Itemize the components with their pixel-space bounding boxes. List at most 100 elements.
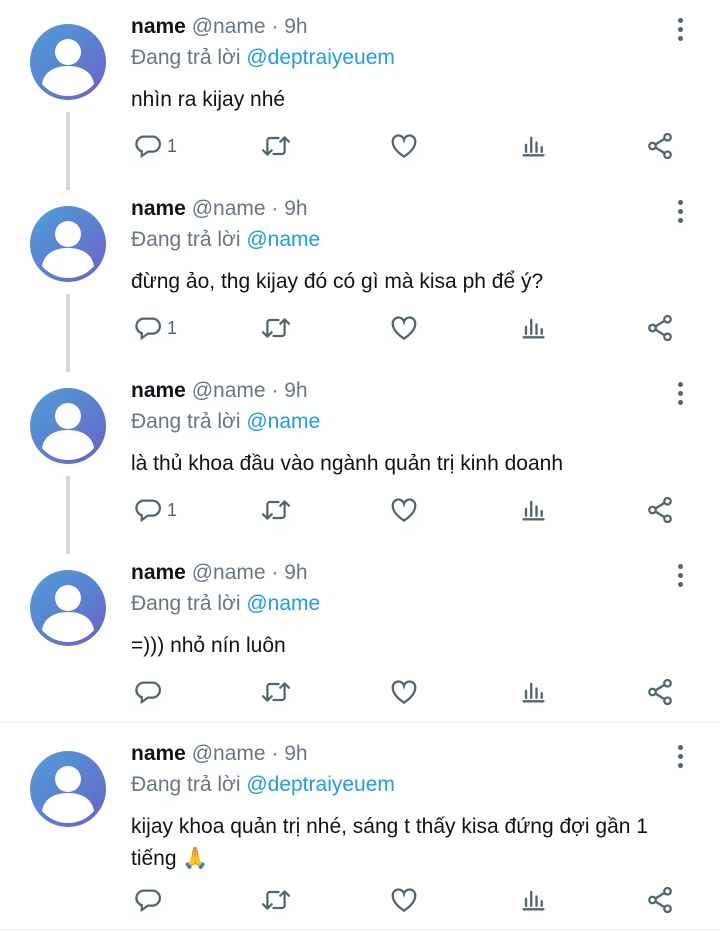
share-icon [645, 313, 675, 343]
tweet-header: name @name · 9h [131, 197, 308, 221]
views-button[interactable] [519, 310, 547, 346]
separator-dot: · [271, 742, 279, 765]
display-name[interactable]: name [131, 379, 186, 402]
views-button[interactable] [519, 128, 547, 164]
user-handle: @name [191, 15, 266, 38]
tweet-header: name @name · 9h [131, 15, 308, 39]
share-button[interactable] [645, 492, 675, 528]
avatar[interactable] [30, 751, 106, 827]
reply-mention[interactable]: @name [246, 592, 320, 615]
reply-button[interactable] [133, 882, 167, 918]
replying-to: Đang trả lời @name [131, 228, 320, 252]
views-button[interactable] [519, 674, 547, 710]
user-handle: @name [191, 742, 266, 765]
replying-to: Đang trả lời @deptraiyeuem [131, 773, 395, 797]
tweet-text: là thủ khoa đầu vào ngành quản trị kinh … [131, 452, 564, 475]
more-vertical-icon[interactable] [668, 743, 692, 771]
retweet-icon [260, 885, 292, 915]
display-name[interactable]: name [131, 742, 186, 765]
avatar[interactable] [30, 388, 106, 464]
reply-button[interactable] [133, 674, 167, 710]
share-icon [645, 885, 675, 915]
display-name[interactable]: name [131, 15, 186, 38]
reply-tweet[interactable]: name @name · 9h Đang trả lời @deptraiyeu… [0, 727, 720, 907]
retweet-button[interactable] [260, 492, 292, 528]
tweet-actions: 1 [0, 128, 720, 164]
share-button[interactable] [645, 674, 675, 710]
tweet-header: name @name · 9h [131, 742, 308, 766]
user-handle: @name [191, 197, 266, 220]
like-button[interactable] [389, 674, 419, 710]
reply-mention[interactable]: @deptraiyeuem [246, 46, 395, 69]
separator-dot: · [271, 561, 279, 584]
divider [0, 929, 720, 930]
display-name[interactable]: name [131, 561, 186, 584]
timestamp[interactable]: 9h [284, 197, 307, 220]
tweet-text: kijay khoa quản trị nhé, sáng t thấy kis… [131, 815, 648, 870]
views-button[interactable] [519, 882, 547, 918]
tweet-text: nhìn ra kijay nhé [131, 88, 286, 111]
tweet-actions [0, 674, 720, 710]
reply-icon [133, 313, 163, 343]
reply-icon [133, 885, 163, 915]
like-button[interactable] [389, 492, 419, 528]
replying-to: Đang trả lời @deptraiyeuem [131, 46, 395, 70]
share-button[interactable] [645, 128, 675, 164]
views-icon [519, 495, 547, 525]
reply-button[interactable]: 1 [133, 310, 177, 346]
more-vertical-icon[interactable] [668, 198, 692, 226]
display-name[interactable]: name [131, 197, 186, 220]
user-handle: @name [191, 561, 266, 584]
more-vertical-icon[interactable] [668, 16, 692, 44]
tweet-text: =))) nhỏ nín luôn [131, 634, 286, 657]
avatar[interactable] [30, 206, 106, 282]
retweet-icon [260, 313, 292, 343]
separator-dot: · [271, 379, 279, 402]
tweet-actions: 1 [0, 492, 720, 528]
views-button[interactable] [519, 492, 547, 528]
reply-count: 1 [167, 499, 178, 520]
retweet-button[interactable] [260, 128, 292, 164]
retweet-icon [260, 131, 292, 161]
like-button[interactable] [389, 310, 419, 346]
share-button[interactable] [645, 882, 675, 918]
more-vertical-icon[interactable] [668, 380, 692, 408]
timestamp[interactable]: 9h [284, 742, 307, 765]
like-button[interactable] [389, 128, 419, 164]
share-icon [645, 677, 675, 707]
retweet-icon [260, 495, 292, 525]
reply-prefix: Đang trả lời [131, 592, 241, 615]
reply-mention[interactable]: @name [246, 410, 320, 433]
tweet-header: name @name · 9h [131, 379, 308, 403]
reply-button[interactable]: 1 [133, 128, 177, 164]
tweet-actions [0, 882, 720, 918]
retweet-button[interactable] [260, 674, 292, 710]
reply-count: 1 [167, 317, 178, 338]
tweet-header: name @name · 9h [131, 561, 308, 585]
heart-icon [389, 131, 419, 161]
reply-prefix: Đang trả lời [131, 228, 241, 251]
reply-count: 1 [167, 135, 178, 156]
heart-icon [389, 313, 419, 343]
reply-mention[interactable]: @deptraiyeuem [246, 773, 395, 796]
reply-button[interactable]: 1 [133, 492, 177, 528]
timestamp[interactable]: 9h [284, 15, 307, 38]
separator-dot: · [271, 197, 279, 220]
views-icon [519, 885, 547, 915]
avatar[interactable] [30, 24, 106, 100]
user-handle: @name [191, 379, 266, 402]
reply-mention[interactable]: @name [246, 228, 320, 251]
retweet-button[interactable] [260, 310, 292, 346]
like-button[interactable] [389, 882, 419, 918]
reply-prefix: Đang trả lời [131, 46, 241, 69]
timestamp[interactable]: 9h [284, 379, 307, 402]
heart-icon [389, 885, 419, 915]
more-vertical-icon[interactable] [668, 562, 692, 590]
retweet-button[interactable] [260, 882, 292, 918]
reply-icon [133, 131, 163, 161]
timestamp[interactable]: 9h [284, 561, 307, 584]
avatar[interactable] [30, 570, 106, 646]
share-button[interactable] [645, 310, 675, 346]
views-icon [519, 131, 547, 161]
replying-to: Đang trả lời @name [131, 592, 320, 616]
